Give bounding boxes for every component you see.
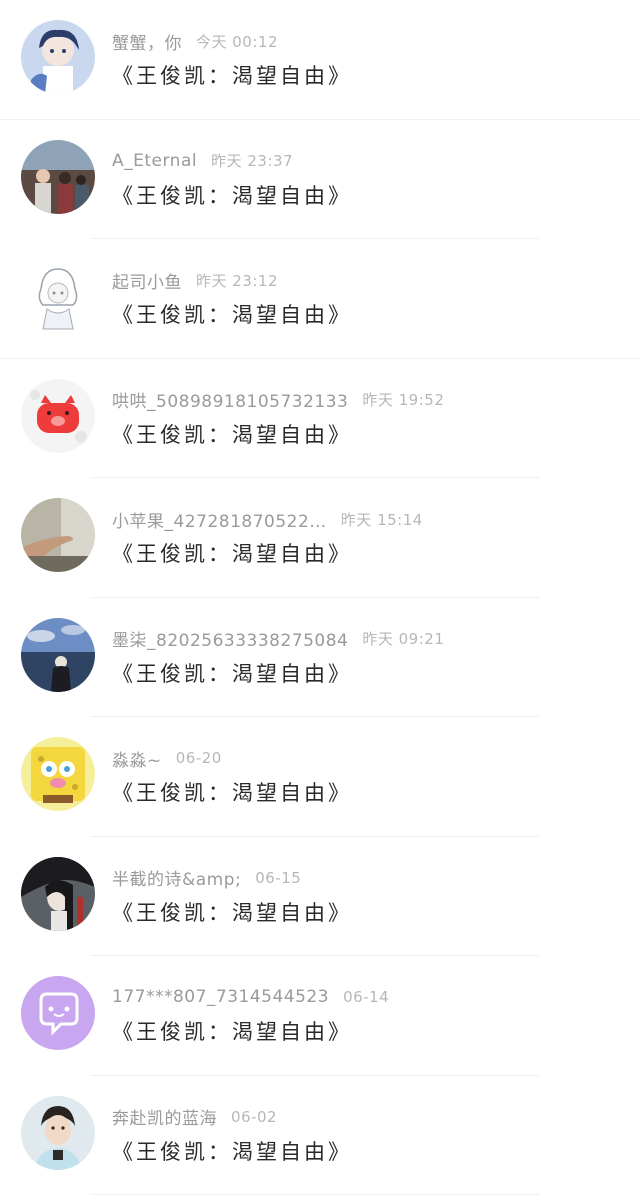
username[interactable]: 墨柒_82025633338275084 (112, 626, 348, 651)
comment-item[interactable]: 奔赴凯的蓝海 06-02 《王俊凯：渴望自由》 (0, 1076, 640, 1195)
timestamp: 06-20 (175, 749, 222, 767)
comment-meta: 177***807_7314544523 06-14 (112, 984, 389, 1010)
username[interactable]: 起司小鱼 (112, 268, 182, 293)
comment-meta: A_Eternal 昨天 23:37 (112, 148, 293, 174)
username[interactable]: 177***807_7314544523 (112, 987, 329, 1007)
username[interactable]: A_Eternal (112, 151, 197, 171)
comment-meta: 奔赴凯的蓝海 06-02 (112, 1104, 277, 1130)
timestamp: 昨天 09:21 (362, 630, 445, 648)
comment-text: 《王俊凯：渴望自由》 (112, 900, 352, 925)
dark-hair-photo-avatar[interactable] (21, 856, 95, 931)
username[interactable]: 奔赴凯的蓝海 (112, 1104, 217, 1129)
username[interactable]: 淼淼~ (112, 746, 162, 771)
hand-photo-avatar[interactable] (21, 498, 95, 572)
comment-text: 《王俊凯：渴望自由》 (112, 1139, 352, 1164)
red-pig-avatar[interactable] (21, 378, 95, 453)
comment-meta: 墨柒_82025633338275084 昨天 09:21 (112, 626, 444, 652)
timestamp: 06-14 (343, 988, 390, 1006)
timestamp: 今天 00:12 (196, 32, 278, 51)
username[interactable]: 哄哄_50898918105732133 (112, 387, 348, 412)
boy-portrait-avatar[interactable] (21, 1095, 95, 1170)
seaside-figure-avatar[interactable] (21, 617, 95, 692)
comment-item[interactable]: 蟹蟹，你 今天 00:12 《王俊凯：渴望自由》 (0, 0, 640, 120)
comment-item[interactable]: 起司小鱼 昨天 23:12 《王俊凯：渴望自由》 (0, 239, 640, 359)
comment-text: 《王俊凯：渴望自由》 (112, 781, 352, 805)
comment-text: 《王俊凯：渴望自由》 (112, 1020, 352, 1044)
timestamp: 昨天 23:12 (196, 271, 278, 290)
comment-item[interactable]: 哄哄_50898918105732133 昨天 19:52 《王俊凯：渴望自由》 (0, 359, 640, 478)
comment-text: 《王俊凯：渴望自由》 (112, 542, 352, 566)
comment-item[interactable]: 小苹果_427281870522… 昨天 15:14 《王俊凯：渴望自由》 (0, 478, 640, 598)
timestamp: 昨天 23:37 (211, 152, 294, 170)
comment-text: 《王俊凯：渴望自由》 (112, 183, 352, 208)
comment-item[interactable]: 半截的诗&amp; 06-15 《王俊凯：渴望自由》 (0, 837, 640, 956)
comment-meta: 蟹蟹，你 今天 00:12 (112, 28, 278, 54)
timestamp: 昨天 15:14 (340, 510, 423, 529)
comment-text: 《王俊凯：渴望自由》 (112, 661, 352, 686)
comment-item[interactable]: A_Eternal 昨天 23:37 《王俊凯：渴望自由》 (0, 120, 640, 239)
comment-item[interactable]: 墨柒_82025633338275084 昨天 09:21 《王俊凯：渴望自由》 (0, 598, 640, 717)
timestamp: 06-02 (231, 1107, 278, 1126)
sketch-girl-avatar[interactable] (21, 259, 95, 333)
purple-chat-avatar[interactable] (21, 976, 95, 1050)
username[interactable]: 蟹蟹，你 (112, 29, 182, 54)
comment-text: 《王俊凯：渴望自由》 (112, 303, 352, 327)
comment-meta: 淼淼~ 06-20 (112, 745, 222, 771)
anime-boy-avatar[interactable] (21, 20, 95, 94)
comment-meta: 半截的诗&amp; 06-15 (112, 865, 301, 891)
comment-meta: 小苹果_427281870522… 昨天 15:14 (112, 506, 423, 532)
comment-item[interactable]: 177***807_7314544523 06-14 《王俊凯：渴望自由》 (0, 956, 640, 1076)
comment-meta: 起司小鱼 昨天 23:12 (112, 267, 278, 293)
timestamp: 昨天 19:52 (362, 391, 445, 409)
comment-list: 蟹蟹，你 今天 00:12 《王俊凯：渴望自由》 A_Eternal 昨天 23… (0, 0, 640, 1195)
comment-text: 《王俊凯：渴望自由》 (112, 64, 352, 88)
timestamp: 06-15 (255, 868, 302, 887)
spongebob-avatar[interactable] (21, 737, 95, 811)
comment-meta: 哄哄_50898918105732133 昨天 19:52 (112, 387, 444, 413)
username[interactable]: 小苹果_427281870522… (112, 507, 327, 532)
beach-photo-avatar[interactable] (21, 139, 95, 214)
comment-text: 《王俊凯：渴望自由》 (112, 422, 352, 447)
comment-item[interactable]: 淼淼~ 06-20 《王俊凯：渴望自由》 (0, 717, 640, 837)
username[interactable]: 半截的诗&amp; (112, 865, 241, 890)
